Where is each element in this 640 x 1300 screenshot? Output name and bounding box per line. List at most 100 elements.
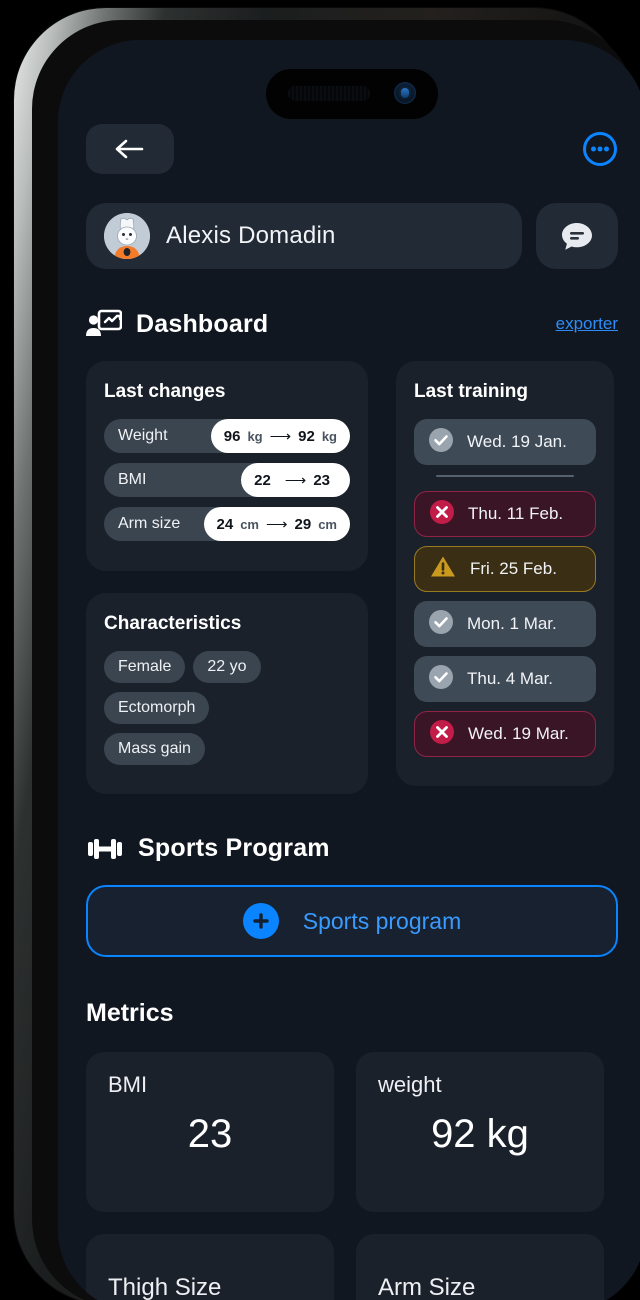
- phone-band: Alexis Domadin Dashboard exporter Last c…: [32, 20, 640, 1300]
- training-entry-label: Wed. 19 Mar.: [468, 724, 569, 743]
- phone-screen: Alexis Domadin Dashboard exporter Last c…: [58, 40, 640, 1300]
- sports-program-title-group: Sports Program: [86, 834, 330, 863]
- last-change-label: Weight: [118, 427, 168, 444]
- dashboard-title-group: Dashboard: [86, 309, 268, 339]
- right-column: Last training Wed. 19 Jan. Thu. 11 Feb. Fr…: [396, 361, 614, 786]
- characteristic-tag[interactable]: Ectomorph: [104, 692, 210, 724]
- last-change-label: BMI: [118, 471, 147, 488]
- last-change-row: BMI 22 ⟶ 23: [104, 463, 350, 497]
- check-circle-icon: [428, 609, 454, 640]
- arrow-left-icon: [115, 139, 144, 159]
- plus-circle-icon: [242, 903, 279, 939]
- characteristic-tag[interactable]: Mass gain: [104, 733, 205, 765]
- value-to: 23: [313, 471, 330, 489]
- last-changes-card: Last changes Weight 96 kg ⟶ 92 kg BMI 22 ⟶ 23 Arm …: [86, 361, 368, 571]
- unit-to: kg: [321, 428, 337, 444]
- training-entry-label: Wed. 19 Jan.: [467, 432, 567, 451]
- unit-from: cm: [240, 516, 259, 532]
- dumbbell-icon: [88, 838, 122, 859]
- arrow-icon: ⟶: [266, 516, 288, 533]
- rabbit-avatar: [104, 213, 150, 259]
- metric-card[interactable]: weight 92 kg: [356, 1052, 604, 1212]
- last-change-value: 22 ⟶ 23: [241, 463, 350, 497]
- metrics-title: Metrics: [86, 999, 174, 1027]
- value-to: 92: [298, 427, 315, 445]
- value-from: 24: [216, 515, 234, 533]
- last-training-list: Wed. 19 Jan. Thu. 11 Feb. Fri. 25 Feb. Mon.…: [414, 419, 596, 757]
- metric-value: 92 kg: [431, 1112, 529, 1156]
- characteristics-card: Characteristics Female 22 yo Ectomorph Mass…: [86, 593, 368, 794]
- earpiece-speaker: [288, 86, 370, 101]
- left-column: Last changes Weight 96 kg ⟶ 92 kg BMI 22 ⟶ 23 Arm …: [86, 361, 368, 794]
- user-row: Alexis Domadin: [86, 203, 618, 269]
- arrow-icon: ⟶: [284, 472, 307, 489]
- training-entry-ok[interactable]: Mon. 1 Mar.: [414, 601, 596, 647]
- export-link[interactable]: exporter: [556, 314, 618, 334]
- top-bar: [86, 124, 618, 174]
- last-changes-title: Last changes: [104, 381, 226, 402]
- add-sports-program-button[interactable]: Sports program: [86, 885, 618, 957]
- metric-card[interactable]: Arm Size: [356, 1234, 604, 1300]
- characteristics-tag-list: Female 22 yo Ectomorph Mass gain: [104, 651, 350, 774]
- metric-value: 23: [187, 1112, 233, 1156]
- user-profile-card[interactable]: Alexis Domadin: [86, 203, 522, 269]
- training-list-divider: [436, 475, 574, 477]
- metric-label: BMI: [108, 1072, 148, 1097]
- phone-frame: Alexis Domadin Dashboard exporter Last c…: [14, 8, 640, 1300]
- warning-triangle-icon: [429, 554, 457, 585]
- last-change-label: Arm size: [118, 515, 181, 532]
- plus-icon: [253, 913, 269, 929]
- characteristic-tag[interactable]: Female: [104, 651, 186, 683]
- check-circle-icon: [428, 664, 454, 695]
- dynamic-island: [266, 69, 438, 119]
- last-training-title: Last training: [414, 381, 529, 402]
- training-entry-err[interactable]: Wed. 19 Mar.: [414, 711, 596, 757]
- value-to: 29: [294, 515, 312, 533]
- sports-program-button-label: Sports program: [302, 907, 462, 934]
- training-entry-ok[interactable]: Thu. 4 Mar.: [414, 656, 596, 702]
- error-circle-icon: [429, 499, 455, 530]
- unit-to: cm: [318, 516, 337, 532]
- chat-button[interactable]: [536, 203, 618, 269]
- more-options-icon: [583, 132, 617, 166]
- training-entry-warn[interactable]: Fri. 25 Feb.: [414, 546, 596, 592]
- last-change-value: 96 kg ⟶ 92 kg: [210, 419, 350, 453]
- training-entry-label: Mon. 1 Mar.: [467, 614, 557, 633]
- dashboard-presentation-icon: [86, 309, 122, 336]
- characteristic-tag[interactable]: 22 yo: [193, 651, 261, 683]
- last-changes-list: Weight 96 kg ⟶ 92 kg BMI 22 ⟶ 23 Arm size 24 cm ⟶ 29 cm: [104, 419, 350, 541]
- last-change-value: 24 cm ⟶ 29 cm: [203, 507, 350, 541]
- dashboard-cards: Last changes Weight 96 kg ⟶ 92 kg BMI 22 ⟶ 23 Arm …: [86, 361, 618, 794]
- rabbit-avatar-icon: [104, 213, 150, 259]
- training-entry-err[interactable]: Thu. 11 Feb.: [414, 491, 596, 537]
- page-title: Dashboard: [136, 309, 269, 338]
- training-entry-label: Thu. 11 Feb.: [468, 504, 564, 523]
- training-entry-label: Thu. 4 Mar.: [467, 669, 553, 688]
- arrow-icon: ⟶: [269, 428, 292, 445]
- front-camera-icon: [394, 82, 416, 104]
- screenshot-stage: Alexis Domadin Dashboard exporter Last c…: [0, 0, 640, 1300]
- dashboard-header: Dashboard exporter: [86, 309, 618, 339]
- error-circle-icon: [429, 719, 455, 750]
- back-button[interactable]: [86, 124, 174, 174]
- more-options-button[interactable]: [582, 131, 618, 167]
- app-content: Alexis Domadin Dashboard exporter Last c…: [58, 40, 640, 1300]
- last-training-card: Last training Wed. 19 Jan. Thu. 11 Feb. Fr…: [396, 361, 614, 786]
- metric-card[interactable]: Thigh Size: [86, 1234, 334, 1300]
- metric-label: weight: [378, 1072, 442, 1097]
- metric-label: Arm Size: [378, 1274, 476, 1300]
- metrics-grid: BMI 23 weight 92 kg Thigh Size Arm Size: [86, 1052, 618, 1300]
- value-from: 96: [223, 427, 241, 445]
- sports-program-title: Sports Program: [138, 834, 330, 862]
- user-name: Alexis Domadin: [166, 222, 336, 249]
- training-entry-label: Fri. 25 Feb.: [470, 559, 557, 578]
- metric-card[interactable]: BMI 23: [86, 1052, 334, 1212]
- last-change-row: Weight 96 kg ⟶ 92 kg: [104, 419, 350, 453]
- characteristics-title: Characteristics: [104, 613, 242, 634]
- unit-from: kg: [247, 428, 263, 444]
- metric-label: Thigh Size: [108, 1274, 222, 1300]
- training-entry-ok[interactable]: Wed. 19 Jan.: [414, 419, 596, 465]
- last-change-row: Arm size 24 cm ⟶ 29 cm: [104, 507, 350, 541]
- chat-bubble-icon: [562, 223, 592, 250]
- check-circle-icon: [428, 427, 454, 458]
